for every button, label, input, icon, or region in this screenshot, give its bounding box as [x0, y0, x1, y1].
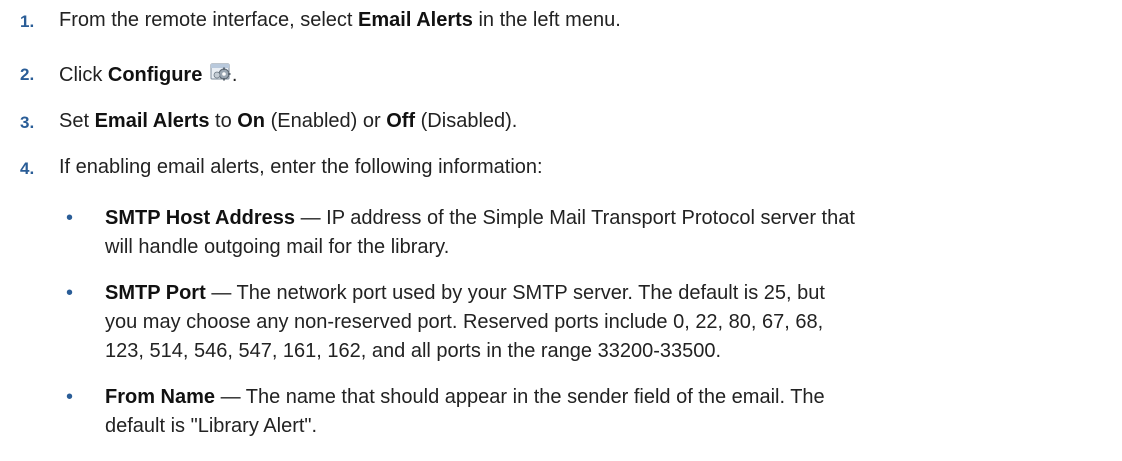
- step-text: Click Configure .: [59, 62, 237, 87]
- option-off: Off: [386, 110, 416, 132]
- bullet-glyph: •: [66, 207, 74, 229]
- step-text-part: in the left menu.: [472, 9, 621, 31]
- term-smtp-host-address: SMTP Host Address: [105, 207, 296, 229]
- step-text-part: From the remote interface, select: [59, 9, 359, 31]
- step-number: 3.: [20, 113, 35, 132]
- step-text-part: (Disabled).: [415, 110, 518, 132]
- step-text-part: (Enabled) or: [265, 110, 387, 132]
- step-number: 1.: [20, 12, 35, 31]
- bullet-text: SMTP Port — The network port used by you…: [105, 279, 1105, 366]
- bullet-line: From Name — The name that should appear …: [105, 383, 1105, 412]
- bullet-text: From Name — The name that should appear …: [105, 383, 1105, 441]
- step-text-part: .: [231, 64, 238, 86]
- step-text: Set Email Alerts to On (Enabled) or Off …: [59, 110, 517, 133]
- step-text: If enabling email alerts, enter the foll…: [59, 156, 543, 178]
- step-text: From the remote interface, select Email …: [59, 9, 621, 32]
- setting-email-alerts: Email Alerts: [94, 110, 210, 132]
- bullet-line: SMTP Port — The network port used by you…: [105, 279, 1105, 308]
- bullet-glyph: •: [66, 282, 74, 304]
- bullet-text: SMTP Host Address — IP address of the Si…: [105, 204, 1105, 262]
- configure-label: Configure: [107, 64, 203, 86]
- bullet-line: you may choose any non-reserved port. Re…: [105, 311, 824, 333]
- bullet-line: 123, 514, 546, 547, 161, 162, and all po…: [105, 340, 722, 362]
- option-on: On: [237, 110, 266, 132]
- step-text-part: to: [209, 110, 238, 132]
- bullet-glyph: •: [66, 386, 74, 408]
- step-number: 4.: [20, 159, 35, 178]
- instructions-page: 1. From the remote interface, select Ema…: [0, 0, 1122, 461]
- step-text-part: Set: [59, 110, 95, 132]
- bullet-line-part: — The network port used by your SMTP ser…: [205, 282, 825, 304]
- term-smtp-port: SMTP Port: [105, 282, 206, 304]
- bullet-line: SMTP Host Address — IP address of the Si…: [105, 204, 1105, 233]
- bullet-line-part: — IP address of the Simple Mail Transpor…: [295, 207, 855, 229]
- bullet-line-part: — The name that should appear in the sen…: [215, 386, 825, 408]
- step-number: 2.: [20, 65, 35, 84]
- bullet-line: will handle outgoing mail for the librar…: [105, 236, 450, 258]
- bullet-line: default is "Library Alert".: [105, 415, 318, 437]
- menu-item-email-alerts: Email Alerts: [358, 9, 473, 31]
- step-text-part: Click: [59, 64, 108, 86]
- term-from-name: From Name: [105, 386, 216, 408]
- configure-settings-icon: [210, 62, 232, 82]
